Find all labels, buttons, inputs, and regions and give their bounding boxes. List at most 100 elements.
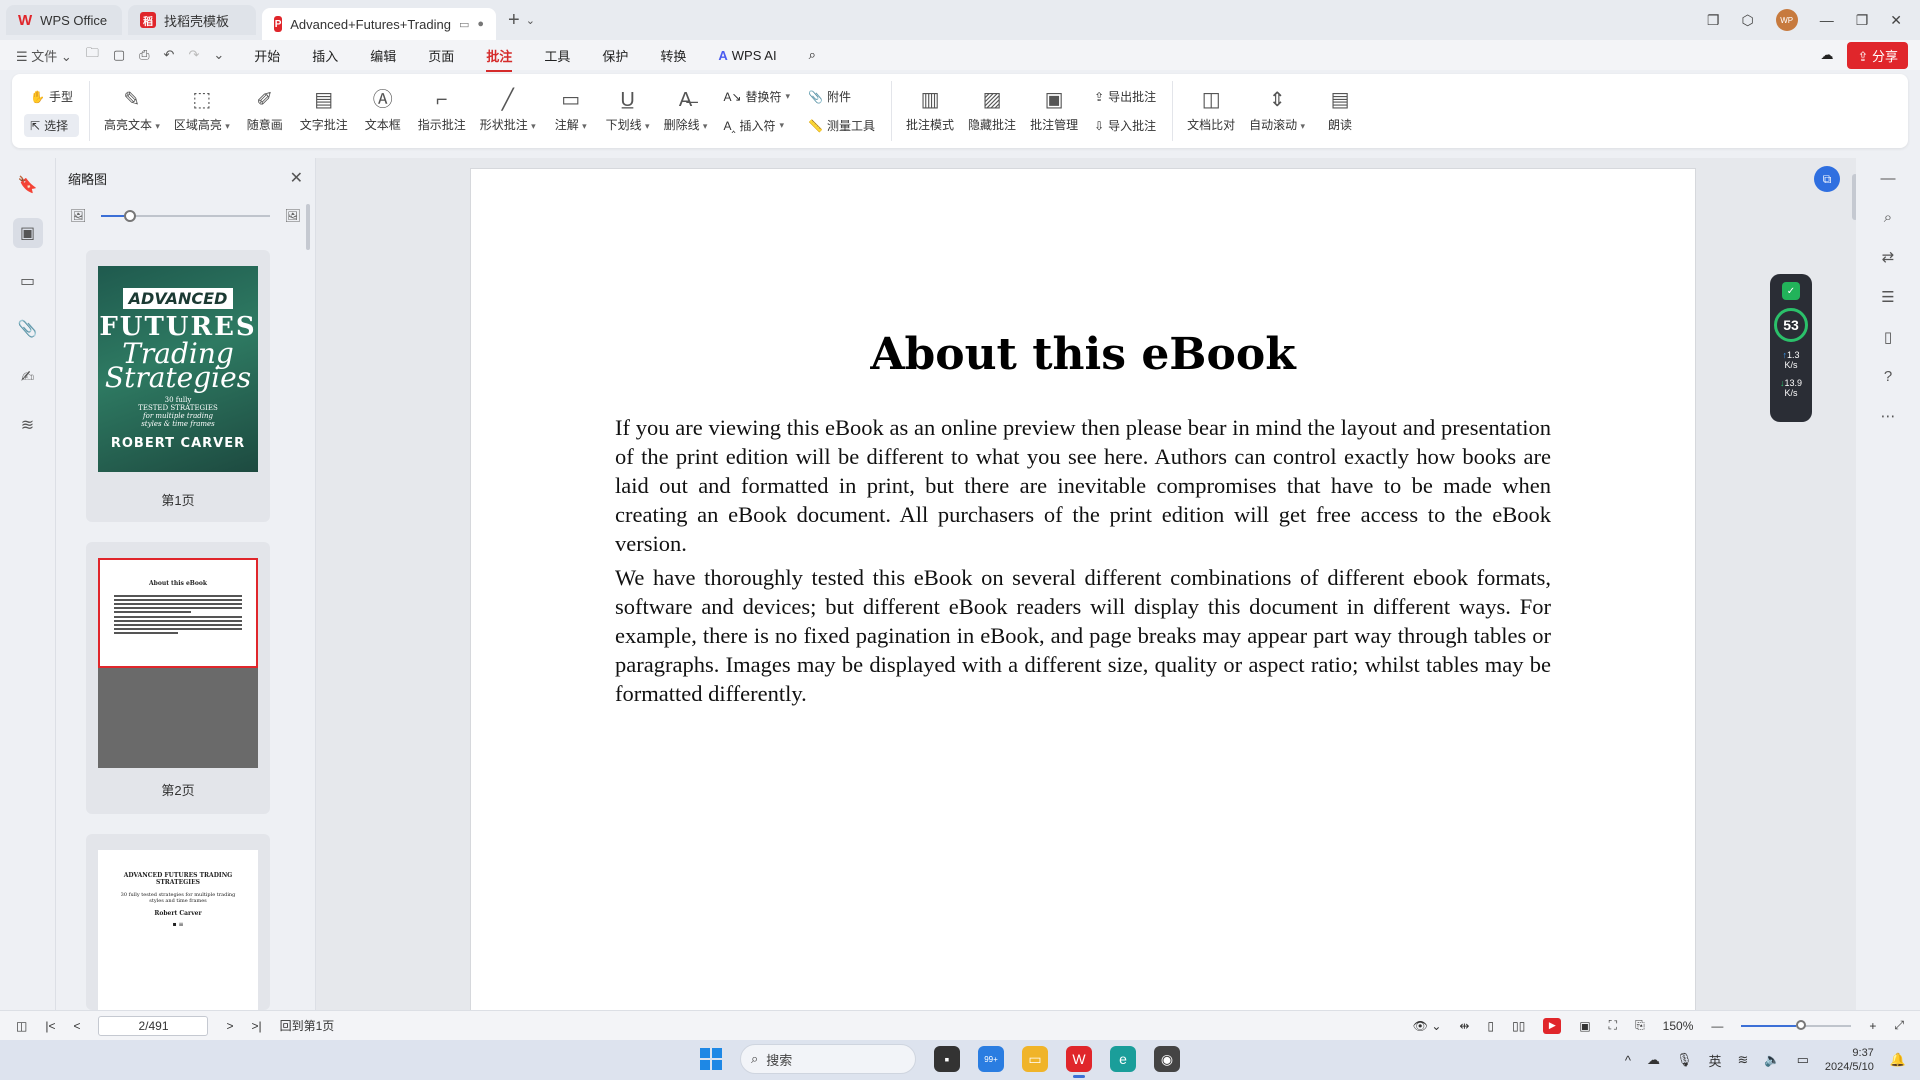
tab-templates[interactable]: 稻 找稻壳模板 — [128, 5, 256, 35]
undo-icon[interactable]: ↶ — [164, 47, 175, 63]
menu-tools[interactable]: 工具 — [544, 46, 570, 65]
start-icon[interactable] — [700, 1048, 722, 1070]
avatar[interactable]: WP — [1775, 9, 1798, 31]
note-button[interactable]: ▭ 注解 ▾ — [546, 82, 596, 140]
thumbnail-icon[interactable]: ▣ — [12, 218, 43, 248]
cube-icon[interactable]: ⬡ — [1741, 12, 1753, 29]
zoom-level[interactable]: 150% — [1663, 1019, 1694, 1033]
read-aloud-button[interactable]: ▤ 朗读 — [1315, 82, 1365, 140]
hand-tool-button[interactable]: ✋ 手型 — [24, 85, 79, 108]
last-page-icon[interactable]: >| — [252, 1019, 262, 1033]
tab-wps-office[interactable]: W WPS Office — [6, 5, 122, 35]
monitor-icon[interactable]: ▭ — [459, 18, 469, 31]
signature-icon[interactable]: ✍ — [13, 362, 43, 392]
strikethrough-button[interactable]: A̶ 删除线 ▾ — [660, 82, 712, 140]
more-icon[interactable]: ⋯ — [1881, 407, 1896, 425]
search-icon[interactable]: ⌕ — [1884, 209, 1892, 226]
menu-edit[interactable]: 编辑 — [370, 46, 396, 65]
prev-page-icon[interactable]: < — [73, 1019, 80, 1033]
file-manager-icon[interactable]: ▪ — [934, 1046, 960, 1072]
translate-float-button[interactable]: ⧉ — [1814, 166, 1840, 192]
close-icon[interactable]: ✕ — [1890, 12, 1902, 29]
menu-page[interactable]: 页面 — [428, 46, 454, 65]
menu-comment[interactable]: 批注 — [486, 46, 513, 72]
menu-protect[interactable]: 保护 — [602, 46, 628, 65]
replace-button[interactable]: A↘ 替换符 ▾ — [717, 85, 796, 108]
ime-indicator[interactable]: 英 — [1708, 1051, 1721, 1070]
thumbnail-page-3[interactable]: ADVANCED FUTURES TRADING STRATEGIES 30 f… — [86, 834, 270, 1010]
back-to-first-link[interactable]: 回到第1页 — [280, 1017, 335, 1034]
thumbnail-size-slider[interactable] — [100, 210, 271, 222]
wifi-icon[interactable]: ≋ — [1737, 1052, 1748, 1068]
hide-comments-button[interactable]: ▨ 隐藏批注 — [964, 82, 1020, 140]
more-icon[interactable]: ⌄ — [213, 47, 224, 63]
two-page-icon[interactable]: ▯▯ — [1512, 1019, 1525, 1033]
highlight-text-button[interactable]: ✎ 高亮文本 ▾ — [100, 82, 164, 140]
menu-insert[interactable]: 插入 — [312, 46, 338, 65]
compare-button[interactable]: ◫ 文档比对 — [1183, 82, 1239, 140]
comment-mode-button[interactable]: ▥ 批注模式 — [902, 82, 958, 140]
chevron-down-icon[interactable]: ⌄ — [526, 14, 535, 27]
file-menu[interactable]: ☰ 文件 ⌄ — [16, 46, 72, 65]
first-page-icon[interactable]: |< — [45, 1019, 55, 1033]
thumbnail-scrollbar[interactable] — [306, 204, 310, 250]
taskbar-search[interactable]: ⌕ 搜索 — [740, 1044, 916, 1074]
comment-icon[interactable]: ▭ — [13, 266, 43, 296]
wps-taskbar-icon[interactable]: W — [1066, 1046, 1092, 1078]
volume-icon[interactable]: 🔈 — [1764, 1052, 1780, 1068]
window-layout-icon[interactable]: ❐ — [1707, 12, 1720, 29]
qq-app-icon[interactable]: 99+ — [978, 1046, 1004, 1072]
document-page[interactable]: About this eBook If you are viewing this… — [470, 168, 1696, 1010]
layers-icon[interactable]: ≋ — [13, 410, 43, 440]
auto-scroll-button[interactable]: ⇕ 自动滚动 ▾ — [1245, 82, 1309, 140]
settings-sliders-icon[interactable]: ☰ — [1881, 288, 1894, 306]
zoom-out-icon[interactable]: — — [1711, 1019, 1723, 1033]
fullscreen-icon[interactable]: ⤢ — [1894, 1018, 1904, 1033]
fullscreen-fit-icon[interactable]: ⛶ — [1609, 1018, 1617, 1033]
attachment-icon[interactable]: 📎 — [13, 314, 43, 344]
select-tool-button[interactable]: ⇱ 选择 — [24, 114, 79, 137]
book-icon[interactable]: ▯ — [1884, 328, 1892, 346]
menu-wps-ai[interactable]: A WPS AI — [718, 48, 776, 63]
redo-icon[interactable]: ↷ — [188, 47, 199, 63]
restore-icon[interactable]: ❐ — [1856, 12, 1869, 29]
collapse-icon[interactable]: — — [1881, 170, 1896, 187]
onedrive-icon[interactable]: ☁ — [1647, 1052, 1660, 1068]
battery-icon[interactable]: ▭ — [1797, 1052, 1809, 1068]
bookmark-view-icon[interactable]: ⎘ — [1635, 1018, 1645, 1033]
document-canvas[interactable]: About this eBook If you are viewing this… — [316, 158, 1856, 1010]
bookmark-icon[interactable]: 🔖 — [13, 170, 43, 200]
unsaved-dot-icon[interactable]: ● — [477, 18, 484, 31]
notification-icon[interactable]: 🔔 — [1890, 1052, 1906, 1068]
fit-page-icon[interactable]: ▣ — [1579, 1019, 1590, 1033]
play-icon[interactable]: ▶ — [1543, 1017, 1562, 1034]
help-icon[interactable]: ? — [1884, 368, 1892, 385]
print-icon[interactable]: ⎙ — [139, 47, 149, 63]
thumbnail-page-2[interactable]: About this eBook 第2页 — [86, 542, 270, 814]
insert-mark-button[interactable]: A‸ 插入符 ▾ — [717, 114, 796, 137]
network-speed-widget[interactable]: ✓ 53 ↑1.3 K/s ↓13.9 K/s — [1770, 274, 1812, 422]
share-button[interactable]: ⇪ 分享 — [1847, 41, 1908, 69]
eye-icon[interactable]: 👁 ⌄ — [1413, 1019, 1442, 1033]
text-comment-button[interactable]: ▤ 文字批注 — [296, 82, 352, 140]
translate-icon[interactable]: ⇄ — [1882, 248, 1895, 266]
close-icon[interactable]: ✕ — [290, 168, 303, 188]
underline-button[interactable]: U̲ 下划线 ▾ — [602, 82, 654, 140]
shape-comment-button[interactable]: ╱ 形状批注 ▾ — [476, 82, 540, 140]
comment-manage-button[interactable]: ▣ 批注管理 — [1026, 82, 1082, 140]
area-highlight-button[interactable]: ⬚ 区域高亮 ▾ — [170, 82, 234, 140]
single-page-icon[interactable]: ▯ — [1487, 1019, 1494, 1033]
attachment-button[interactable]: 📎 附件 — [802, 85, 881, 108]
menu-start[interactable]: 开始 — [254, 46, 280, 65]
small-image-icon[interactable]: 🖼 — [70, 208, 87, 224]
large-image-icon[interactable]: 🖼 — [284, 208, 301, 224]
import-comments-button[interactable]: ⇩ 导入批注 — [1088, 114, 1162, 137]
chrome-icon[interactable]: ◉ — [1154, 1046, 1180, 1072]
chevron-up-icon[interactable]: ^ — [1625, 1053, 1631, 1068]
minimize-icon[interactable]: — — [1820, 12, 1834, 28]
search-icon[interactable]: ⌕ — [809, 47, 816, 63]
zoom-slider[interactable] — [1741, 1019, 1852, 1030]
folder-icon[interactable]: ▭ — [1022, 1046, 1048, 1072]
new-tab-icon[interactable]: + — [508, 9, 520, 32]
clock[interactable]: 9:37 2024/5/10 — [1825, 1046, 1874, 1074]
